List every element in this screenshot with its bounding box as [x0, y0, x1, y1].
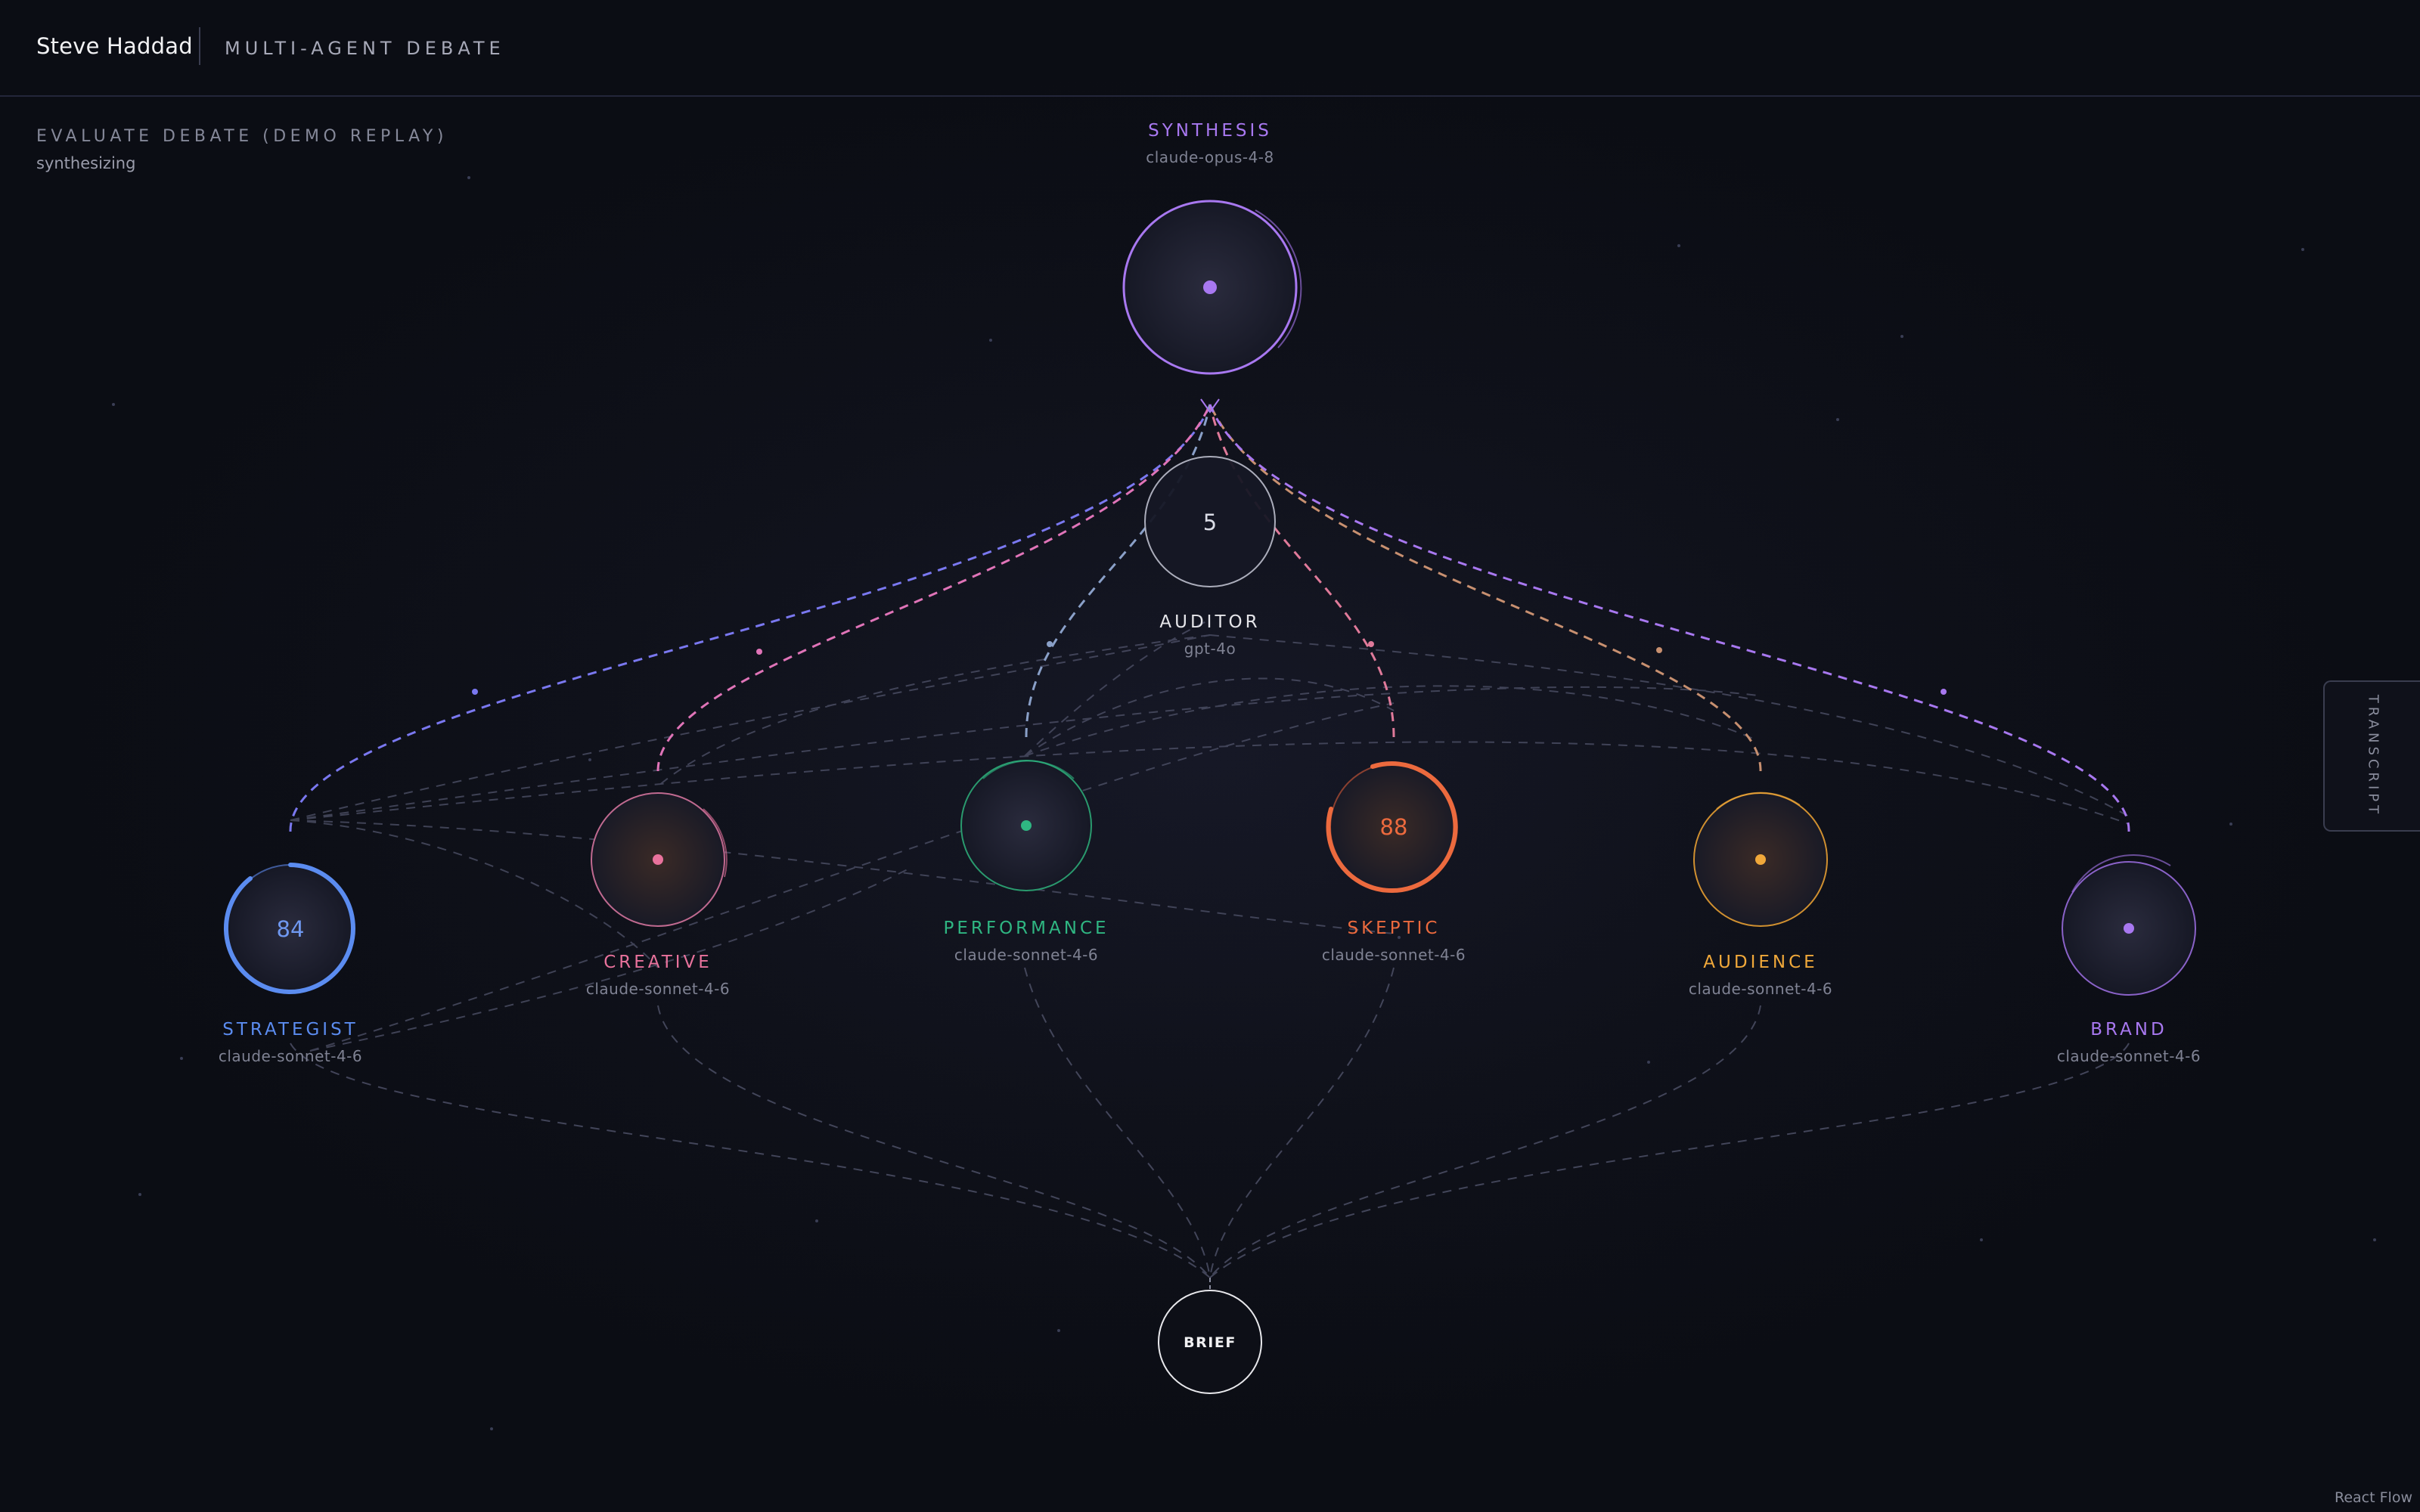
transcript-label: TRANSCRIPT — [2365, 694, 2381, 818]
creative-model: claude-sonnet-4-6 — [585, 980, 731, 998]
audience-model: claude-sonnet-4-6 — [1688, 980, 1833, 998]
edge-creative-synthesis — [656, 404, 1212, 772]
creative-status-dot — [653, 854, 663, 865]
edge-audience-synthesis — [1208, 404, 1762, 772]
debate-graph — [112, 176, 2376, 1430]
synthesis-model: claude-opus-4-8 — [1146, 148, 1274, 166]
skeptic-score: 88 — [1379, 814, 1408, 840]
brand-model: claude-sonnet-4-6 — [2056, 1047, 2201, 1065]
audience-node[interactable] — [1693, 792, 1828, 927]
skeptic-model: claude-sonnet-4-6 — [1321, 946, 1466, 964]
synthesis-status-dot — [1203, 280, 1217, 294]
strategist-label: STRATEGIST claude-sonnet-4-6 — [219, 1020, 362, 1065]
performance-role: PERFORMANCE — [943, 919, 1109, 938]
synthesis-label: SYNTHESIS claude-opus-4-8 — [1146, 121, 1274, 166]
brand-node[interactable] — [2062, 854, 2196, 996]
creative-role: CREATIVE — [603, 953, 712, 972]
strategist-score: 84 — [276, 916, 305, 942]
brand-status-dot — [2124, 923, 2134, 934]
audience-label: AUDIENCE claude-sonnet-4-6 — [1689, 953, 1832, 998]
brief-edges — [290, 967, 2130, 1278]
performance-status-dot — [1021, 820, 1032, 831]
auditor-value: 5 — [1202, 510, 1218, 535]
brand-role: BRAND — [2090, 1020, 2167, 1040]
transcript-toggle[interactable]: TRANSCRIPT — [2323, 680, 2420, 832]
performance-model: claude-sonnet-4-6 — [954, 946, 1099, 964]
react-flow-attribution[interactable]: React Flow — [2335, 1489, 2412, 1506]
skeptic-label: SKEPTIC claude-sonnet-4-6 — [1322, 919, 1466, 964]
skeptic-role: SKEPTIC — [1347, 919, 1441, 938]
synthesis-role: SYNTHESIS — [1148, 121, 1272, 141]
brief-label: BRIEF — [1184, 1334, 1236, 1351]
auditor-label: AUDITOR gpt-4o — [1159, 612, 1260, 658]
creative-label: CREATIVE claude-sonnet-4-6 — [586, 953, 730, 998]
auditor-model: gpt-4o — [1184, 640, 1236, 658]
debate-edges — [290, 619, 2130, 1052]
auditor-role: AUDITOR — [1159, 612, 1261, 632]
brand-label: BRAND claude-sonnet-4-6 — [2057, 1020, 2201, 1065]
audience-role: AUDIENCE — [1703, 953, 1818, 972]
synthesis-node[interactable] — [1122, 200, 1302, 375]
performance-label: PERFORMANCE claude-sonnet-4-6 — [943, 919, 1109, 964]
audience-status-dot — [1755, 854, 1766, 865]
strategist-role: STRATEGIST — [222, 1020, 358, 1040]
strategist-model: claude-sonnet-4-6 — [218, 1047, 363, 1065]
creative-node[interactable] — [591, 792, 728, 927]
performance-node[interactable] — [960, 760, 1092, 891]
